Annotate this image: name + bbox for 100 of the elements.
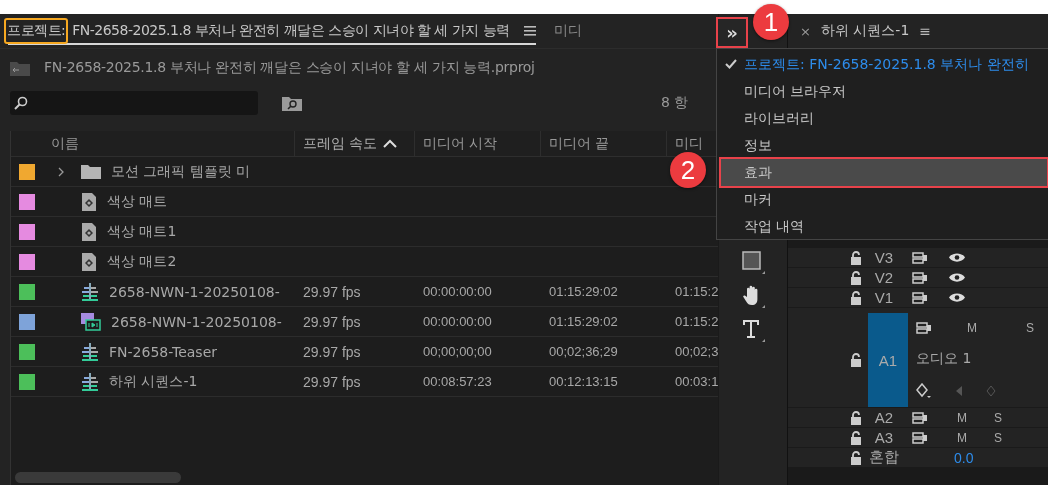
table-row[interactable]: FN-2658-Teaser 29.97 fps 00;00;00;00 00;02;36;29 00;02;3	[11, 337, 719, 367]
eye-icon[interactable]	[948, 272, 966, 283]
table-cell: 29.97 fps	[303, 283, 361, 300]
menu-item[interactable]: 라이브러리	[717, 105, 1047, 132]
eye-icon[interactable]	[948, 292, 966, 303]
keyframe-icon[interactable]	[916, 383, 932, 400]
menu-icon[interactable]: ≡	[919, 23, 932, 39]
table-cell: 00:00:00:00	[423, 314, 492, 329]
solo-toggle[interactable]: S	[1012, 320, 1048, 335]
column-header[interactable]: 이름	[43, 131, 295, 156]
folder-icon	[81, 164, 101, 179]
matte-icon	[81, 192, 97, 211]
close-icon[interactable]: ×	[800, 23, 811, 39]
solo-toggle[interactable]: S	[980, 410, 1016, 425]
matte-icon	[81, 222, 97, 241]
track-name[interactable]: A2	[862, 409, 906, 426]
table-cell: 01:15:29:02	[549, 314, 618, 329]
track-name: 혼합	[868, 448, 900, 467]
lock-icon[interactable]	[850, 250, 862, 265]
check-icon	[725, 59, 737, 69]
menu-item[interactable]: 프로젝트: FN-2658-2025.1.8 부처나 완전히	[717, 51, 1047, 78]
lock-icon[interactable]	[850, 430, 862, 445]
lock-icon[interactable]	[850, 450, 862, 465]
sync-icon[interactable]	[912, 411, 928, 424]
menu-item[interactable]: 작업 내역	[717, 213, 1047, 240]
eye-icon[interactable]	[948, 252, 966, 263]
menu-item[interactable]: 미디어 브라우저	[717, 78, 1047, 105]
track-name: V1	[873, 289, 895, 306]
table-cell: 29.97 fps	[303, 313, 361, 330]
item-name: 2658-NWN-1-20250108-	[109, 283, 280, 300]
sync-icon[interactable]	[912, 291, 928, 304]
table-row[interactable]: 색상 매트	[11, 187, 719, 217]
track-name: V3	[873, 249, 895, 266]
table-cell: 00:00:00:00	[423, 284, 492, 299]
sync-icon[interactable]	[916, 321, 932, 334]
item-name: 2658-NWN-1-20250108-	[111, 313, 282, 330]
folder-icon	[10, 60, 30, 76]
sync-icon[interactable]	[912, 251, 928, 264]
media-tab[interactable]: 미디	[553, 22, 582, 40]
mix-value[interactable]: 0.0	[954, 449, 974, 466]
type-tool-icon[interactable]	[741, 318, 766, 342]
matte-icon	[81, 252, 97, 271]
sort-caret-icon	[383, 139, 398, 148]
table-cell: 01:15:29:02	[549, 284, 618, 299]
scrollbar-thumb[interactable]	[15, 471, 181, 483]
table-row[interactable]: 색상 매트2	[11, 247, 719, 277]
table-cell: 01:15:2	[675, 314, 719, 329]
track-name[interactable]: A3	[862, 429, 906, 446]
column-header[interactable]: 프레임 속도	[295, 131, 415, 156]
track-label: 오디오 1	[916, 350, 973, 368]
new-search-bin-icon[interactable]	[282, 95, 302, 111]
column-header[interactable]: 미디어 시작	[415, 131, 541, 156]
lock-icon[interactable]	[850, 290, 862, 305]
mute-toggle[interactable]: M	[944, 430, 980, 445]
sequence-icon	[81, 282, 99, 301]
column-header[interactable]: 미디어 끝	[541, 131, 667, 156]
sequence-tab[interactable]: 하위 시퀀스-1	[820, 22, 910, 40]
lock-icon[interactable]	[850, 270, 862, 285]
item-name: FN-2658-Teaser	[109, 343, 217, 360]
menu-item[interactable]: 마커	[717, 186, 1047, 213]
sequence-icon	[81, 342, 99, 361]
item-name: 색상 매트	[107, 192, 168, 211]
solo-toggle[interactable]: S	[980, 430, 1016, 445]
menu-item[interactable]: 효과	[721, 159, 1047, 186]
chevron-icon[interactable]	[57, 165, 65, 178]
table-cell: 00;02;36;29	[549, 344, 618, 359]
menu-item[interactable]: 정보	[717, 132, 1047, 159]
table-cell: 00:12:13:15	[549, 374, 618, 389]
hand-icon[interactable]	[741, 284, 766, 308]
item-count: 8 항	[661, 94, 689, 112]
table-cell: 29.97 fps	[303, 373, 361, 390]
table-row[interactable]: 2658-NWN-1-20250108- 29.97 fps 00:00:00:00 01:15:29:02 01:15:2	[11, 307, 719, 337]
mute-toggle[interactable]: M	[954, 320, 990, 335]
item-name: 색상 매트2	[107, 252, 177, 271]
table-cell: 00:03:1	[675, 374, 719, 389]
table-row[interactable]: 색상 매트1	[11, 217, 719, 247]
project-path: FN-2658-2025.1.8 부처나 완전히 깨달은 스승이 지녀야 할 세 가지 능력.prproj	[44, 59, 535, 77]
mute-toggle[interactable]: M	[944, 410, 980, 425]
item-name: 색상 매트1	[107, 222, 177, 241]
lock-icon[interactable]	[850, 410, 862, 425]
table-cell: 00;02;3	[675, 344, 719, 359]
table-cell: 00;00;00;00	[423, 344, 492, 359]
tab-prefix: 프로젝트:	[4, 18, 69, 44]
menu-icon[interactable]	[523, 26, 536, 36]
sync-icon[interactable]	[912, 271, 928, 284]
search-field[interactable]	[10, 91, 258, 115]
table-cell: 00:08:57:23	[423, 374, 492, 389]
panel-overflow-button[interactable]: »	[716, 17, 748, 48]
lock-icon[interactable]	[850, 353, 862, 367]
search-icon	[14, 96, 28, 110]
clip-icon	[81, 312, 101, 331]
table-row[interactable]: 하위 시퀀스-1 29.97 fps 00:08:57:23 00:12:13:15 00:03:1	[11, 367, 719, 397]
table-row[interactable]: 2658-NWN-1-20250108- 29.97 fps 00:00:00:00 01:15:29:02 01:15:2	[11, 277, 719, 307]
item-name: 모션 그래픽 템플릿 미	[111, 162, 251, 181]
sequence-icon	[81, 372, 99, 391]
sync-icon[interactable]	[912, 431, 928, 444]
table-cell: 01:15:2	[675, 284, 719, 299]
track-name: V2	[873, 269, 895, 286]
item-name: 하위 시퀀스-1	[109, 372, 198, 391]
rectangle-tool-icon[interactable]	[741, 250, 766, 274]
